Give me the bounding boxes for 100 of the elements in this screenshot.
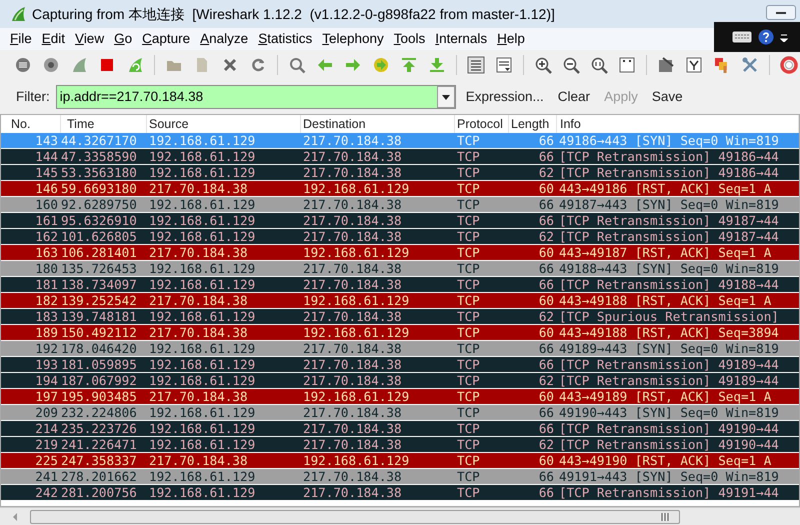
filter-field[interactable]: ip.addr==217.70.184.38	[56, 85, 456, 109]
table-cell-text: 150.492112	[61, 325, 138, 340]
menu-item[interactable]: View	[75, 28, 104, 50]
table-cell-text: TCP	[456, 405, 481, 420]
table-cell-text: 180	[34, 261, 59, 276]
capture-options-icon[interactable]	[42, 56, 60, 74]
table-cell-text: 62	[538, 165, 555, 180]
packet-row[interactable]: 146 59.6693180 217.70.184.38 192.168.61.129 TCP 60 443→49186 [RST, ACK] Seq=1 A	[1, 181, 799, 197]
filter-action-link[interactable]: Clear	[558, 86, 590, 108]
table-cell-text: 192.168.61.129	[148, 341, 256, 356]
table-cell-text: 60	[538, 181, 555, 196]
table-cell-text: 163	[34, 245, 59, 260]
packet-row[interactable]: 193 181.059895 192.168.61.129 217.70.184.38 TCP 66 [TCP Retransmission] 49189→44	[1, 357, 799, 373]
packet-row[interactable]: 181 138.734097 192.168.61.129 217.70.184.38 TCP 66 [TCP Retransmission] 49188→44	[1, 277, 799, 293]
horizontal-scrollbar[interactable]	[0, 507, 800, 525]
packet-row[interactable]: 145 53.3563180 192.168.61.129 217.70.184.38 TCP 62 [TCP Retransmission] 49186→44	[1, 165, 799, 181]
table-cell-text: 138.734097	[61, 277, 138, 292]
table-cell-text: [TCP Retransmission] 49191→44	[558, 485, 780, 500]
packet-row[interactable]: 209 232.224806 192.168.61.129 217.70.184.38 TCP 66 49190→443 [SYN] Seq=0 Win=819	[1, 405, 799, 421]
table-cell-text: 49186→443 [SYN] Seq=0 Win=819	[558, 133, 780, 148]
table-cell-text: [TCP Retransmission] 49189→44	[558, 373, 780, 388]
table-cell-text: 217.70.184.38	[148, 453, 249, 468]
help-icon[interactable]	[758, 29, 774, 45]
display-filter-icon[interactable]	[685, 56, 703, 74]
table-cell-text: 192.168.61.129	[148, 485, 256, 500]
table-cell-text: 192.168.61.129	[148, 357, 256, 372]
close-icon[interactable]	[221, 56, 239, 74]
menu-item[interactable]: Telephony	[322, 28, 384, 50]
table-cell-text: 241.226471	[61, 437, 138, 452]
zoom-normal-icon[interactable]	[590, 56, 608, 74]
menu-item[interactable]: Internals	[435, 28, 488, 50]
zoom-out-icon[interactable]	[562, 56, 580, 74]
table-cell-text: 192.168.61.129	[148, 309, 256, 324]
caret-icon[interactable]	[780, 32, 788, 42]
table-cell-text: 443→49188 [RST, ACK] Seq=1 A	[558, 293, 772, 308]
packet-row[interactable]: 182 139.252542 217.70.184.38 192.168.61.129 TCP 60 443→49188 [RST, ACK] Seq=1 A	[1, 293, 799, 309]
menu-item[interactable]: Help	[497, 28, 525, 50]
shark-fin-icon	[10, 6, 26, 22]
packet-row[interactable]: 189 150.492112 217.70.184.38 192.168.61.129 TCP 60 443→49188 [RST, ACK] Seq=3894	[1, 325, 799, 341]
packet-row[interactable]: 161 95.6326910 192.168.61.129 217.70.184.38 TCP 66 [TCP Retransmission] 49187→44	[1, 213, 799, 229]
packet-row[interactable]: 197 195.903485 217.70.184.38 192.168.61.129 TCP 60 443→49189 [RST, ACK] Seq=1 A	[1, 389, 799, 405]
stop-capture-icon[interactable]	[98, 56, 116, 74]
filter-action-link[interactable]: Expression...	[466, 86, 544, 108]
table-cell-text: 139.252542	[61, 293, 138, 308]
table-cell-text: 192.168.61.129	[148, 277, 256, 292]
dropdown-icon[interactable]	[436, 86, 455, 108]
table-cell-text: TCP	[456, 469, 481, 484]
auto-scroll-icon[interactable]	[495, 56, 513, 74]
menu-item[interactable]: Edit	[42, 28, 66, 50]
keyboard-icon[interactable]	[732, 31, 752, 43]
table-cell-text: 66	[538, 149, 555, 164]
menu-item[interactable]: Statistics	[258, 28, 312, 50]
table-cell-text: 192.168.61.129	[302, 325, 410, 340]
packet-row[interactable]: 219 241.226471 192.168.61.129 217.70.184.38 TCP 62 [TCP Retransmission] 49190→44	[1, 437, 799, 453]
table-cell-text: [TCP Retransmission] 49189→44	[558, 357, 780, 372]
table-cell-text: TCP	[456, 325, 481, 340]
packet-row[interactable]: 225 247.358337 217.70.184.38 192.168.61.129 TCP 60 443→49190 [RST, ACK] Seq=1 A	[1, 453, 799, 469]
table-cell-text: 62	[538, 309, 555, 324]
packet-row[interactable]: 163 106.281401 217.70.184.38 192.168.61.129 TCP 60 443→49187 [RST, ACK] Seq=1 A	[1, 245, 799, 261]
interface-list-icon[interactable]	[14, 56, 32, 74]
packet-row[interactable]: 242 281.200756 192.168.61.129 217.70.184.38 TCP 66 [TCP Retransmission] 49191→44	[1, 485, 799, 501]
table-cell-text: TCP	[456, 421, 481, 436]
packet-row[interactable]: 160 92.6289750 192.168.61.129 217.70.184.38 TCP 66 49187→443 [SYN] Seq=0 Win=819	[1, 197, 799, 213]
packet-row[interactable]: 241 278.201662 192.168.61.129 217.70.184.38 TCP 66 49191→443 [SYN] Seq=0 Win=819	[1, 469, 799, 485]
zoom-in-icon[interactable]	[534, 56, 552, 74]
table-cell-text: TCP	[456, 197, 481, 212]
packet-row[interactable]: 162 101.626805 192.168.61.129 217.70.184.38 TCP 62 [TCP Retransmission] 49187→44	[1, 229, 799, 245]
packet-row[interactable]: 183 139.748181 192.168.61.129 217.70.184.38 TCP 62 [TCP Spurious Retransmission]	[1, 309, 799, 325]
filter-action-link[interactable]: Save	[652, 86, 683, 108]
minimize-button[interactable]	[766, 5, 796, 20]
table-cell-text: 193	[34, 357, 59, 372]
menu-item[interactable]: File	[10, 28, 32, 50]
table-cell-text: 217.70.184.38	[148, 325, 249, 340]
preferences-icon[interactable]	[741, 56, 759, 74]
menu-item[interactable]: Capture	[142, 28, 190, 50]
table-cell-text: 192.168.61.129	[148, 421, 256, 436]
scrollbar-thumb[interactable]	[30, 510, 680, 524]
table-cell-text: 192.168.61.129	[148, 133, 256, 148]
table-cell-text: 66	[538, 485, 555, 500]
table-cell-text: TCP	[456, 293, 481, 308]
table-cell-text: 217.70.184.38	[302, 405, 403, 420]
table-cell-text: 49190→443 [SYN] Seq=0 Win=819	[558, 405, 780, 420]
table-cell-text: 192.168.61.129	[302, 181, 410, 196]
window-title: Capturing from 本地连接 [Wireshark 1.12.2 (v1.12.2-0-g898fa22 from master-1.12)]	[32, 4, 555, 24]
search-icon[interactable]	[288, 56, 306, 74]
table-cell-text: 241	[34, 469, 59, 484]
table-cell-text: 139.748181	[61, 309, 138, 324]
table-cell-text: 192.168.61.129	[302, 453, 410, 468]
menu-item[interactable]: Tools	[394, 28, 426, 50]
packet-row[interactable]: 180 135.726453 192.168.61.129 217.70.184.38 TCP 66 49188→443 [SYN] Seq=0 Win=819	[1, 261, 799, 277]
menu-item[interactable]: Go	[114, 28, 132, 50]
table-cell-text: 66	[538, 197, 555, 212]
packet-row[interactable]: 194 187.067992 192.168.61.129 217.70.184.38 TCP 62 [TCP Retransmission] 49189→44	[1, 373, 799, 389]
table-cell-text: 217.70.184.38	[302, 213, 403, 228]
reload-icon[interactable]	[249, 56, 267, 74]
packet-row[interactable]: 144 47.3358590 192.168.61.129 217.70.184.38 TCP 66 [TCP Retransmission] 49186→44	[1, 149, 799, 165]
packet-row[interactable]: 192 178.046420 192.168.61.129 217.70.184.38 TCP 66 49189→443 [SYN] Seq=0 Win=819	[1, 341, 799, 357]
packet-row[interactable]: 214 235.223726 192.168.61.129 217.70.184.38 TCP 66 [TCP Retransmission] 49190→44	[1, 421, 799, 437]
menu-item[interactable]: Analyze	[200, 28, 248, 50]
table-cell-text: 217.70.184.38	[302, 277, 403, 292]
